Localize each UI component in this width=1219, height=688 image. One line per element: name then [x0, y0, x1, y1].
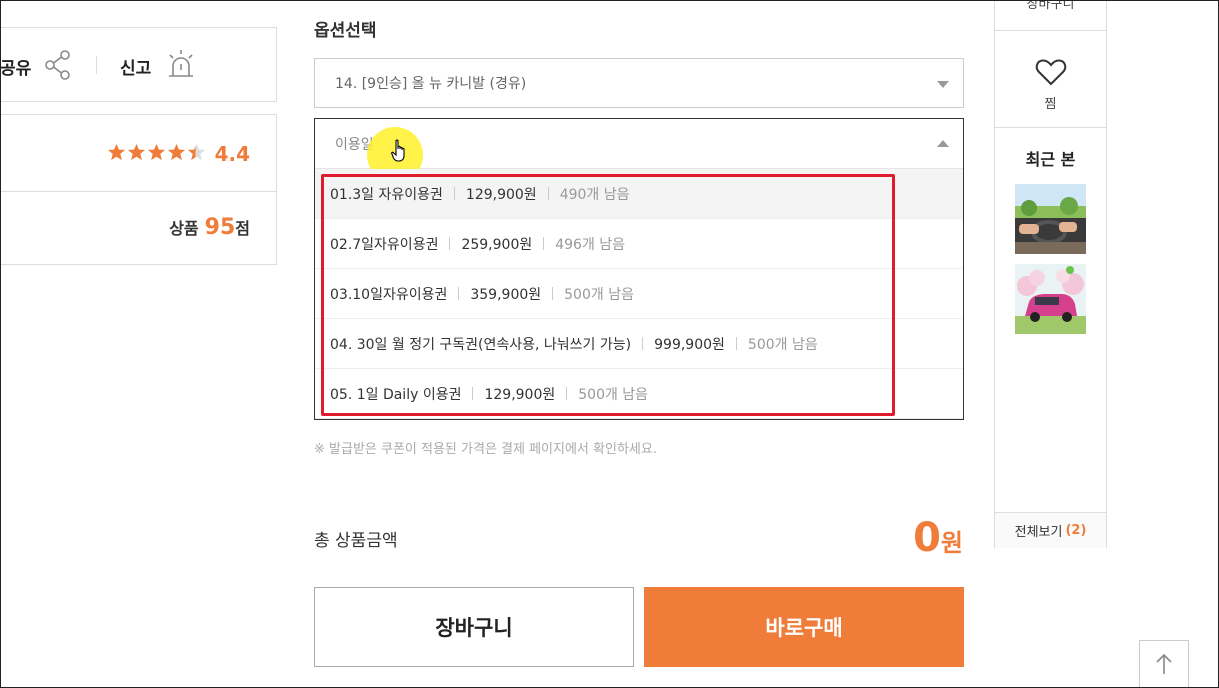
total-amount-unit: 원	[940, 529, 963, 557]
divider	[735, 337, 737, 350]
sidebar-cart-link[interactable]: 장바구니	[995, 0, 1106, 31]
hand-cursor-icon	[391, 139, 405, 162]
view-all-label: 전체보기	[1014, 525, 1063, 540]
option-select-vehicle[interactable]: 14. [9인승] 올 뉴 카니발 (경유)	[314, 58, 964, 108]
star-half-icon	[187, 143, 206, 161]
option-item-price: 259,900원	[461, 236, 533, 253]
option-item-price: 129,900원	[484, 386, 556, 403]
option-item-stock: 500개 남음	[578, 386, 649, 403]
option-item-stock: 496개 남음	[555, 236, 626, 253]
option-item[interactable]: 04. 30일 월 정기 구독권(연속사용, 나눠쓰기 가능) 999,900원 5…	[315, 319, 963, 369]
divider	[543, 237, 545, 250]
option-item[interactable]: 03.10일자유이용권 359,900원 500개 남음	[315, 269, 963, 319]
convertible-car-image	[1015, 184, 1086, 254]
divider	[96, 56, 97, 74]
option-select-vehicle-value: 14. [9인승] 올 뉴 카니발 (경유)	[335, 76, 527, 92]
add-to-cart-button[interactable]: 장바구니	[314, 587, 634, 667]
view-all-recent-button[interactable]: 전체보기 (2)	[995, 512, 1106, 548]
recent-item-thumbnail[interactable]	[1015, 184, 1086, 254]
product-score-value: 95	[204, 215, 236, 240]
divider	[642, 337, 644, 350]
option-dropdown-list: 01.3일 자유이용권 129,900원 490개 남음 02.7일자유이용권 259,…	[315, 169, 963, 419]
divider	[453, 187, 455, 200]
scroll-to-top-button[interactable]	[1139, 640, 1189, 688]
divider	[552, 287, 554, 300]
share-label[interactable]: 공유	[0, 54, 31, 79]
option-item-name: 05. 1일 Daily 이용권	[330, 386, 462, 403]
option-item-price: 129,900원	[465, 186, 537, 203]
option-item-stock: 500개 남음	[747, 336, 818, 353]
option-item-name: 04. 30일 월 정기 구독권(연속사용, 나눠쓰기 가능)	[330, 336, 632, 353]
quick-sidebar: 장바구니 찜 최근 본 전체보기 (2)	[994, 0, 1107, 548]
view-all-count: (2)	[1065, 523, 1087, 538]
option-item-stock: 490개 남음	[559, 186, 630, 203]
product-score-value-wrap: 95점	[205, 215, 250, 240]
recent-item-thumbnail[interactable]	[1015, 264, 1086, 334]
divider	[449, 237, 451, 250]
share-icon[interactable]	[44, 50, 72, 80]
siren-icon[interactable]	[166, 48, 196, 80]
recent-viewed-title: 최근 본	[1025, 150, 1076, 169]
option-item-name: 03.10일자유이용권	[330, 286, 448, 303]
option-item-name: 02.7일자유이용권	[330, 236, 439, 253]
divider	[566, 387, 568, 400]
option-item-stock: 500개 남음	[564, 286, 634, 303]
share-report-box: 공유 신고	[0, 27, 277, 102]
product-score-unit: 점	[235, 219, 250, 238]
total-amount-value: 0	[913, 515, 941, 561]
star-icon	[147, 143, 166, 161]
product-score-label: 상품	[169, 219, 199, 238]
wishlist-label[interactable]: 찜	[995, 93, 1106, 112]
option-item[interactable]: 01.3일 자유이용권 129,900원 490개 남음	[315, 169, 963, 219]
divider	[458, 287, 460, 300]
option-item[interactable]: 02.7일자유이용권 259,900원 496개 남음	[315, 219, 963, 269]
pink-car-image	[1015, 264, 1086, 334]
rating-value: 4.4	[214, 142, 250, 166]
divider	[547, 187, 549, 200]
option-select-usage[interactable]: 이용일 01.3일 자유이용권 129,900원 490개 남음 02.7일자유이용권…	[314, 118, 964, 420]
star-icon	[167, 143, 186, 161]
star-icon	[127, 143, 146, 161]
rating-info-box: 4.4 상품 95점	[0, 114, 277, 265]
heart-icon[interactable]	[1035, 58, 1067, 86]
option-section-title: 옵션선택	[314, 21, 377, 41]
total-label: 총 상품금액	[314, 531, 398, 551]
option-item-price: 359,900원	[470, 286, 542, 303]
option-item[interactable]: 05. 1일 Daily 이용권 129,900원 500개 남음	[315, 369, 963, 419]
chevron-up-icon	[937, 140, 949, 147]
arrow-up-icon	[1156, 653, 1172, 674]
divider	[995, 127, 1106, 128]
option-item-name: 01.3일 자유이용권	[330, 186, 443, 203]
star-icon	[107, 143, 126, 161]
report-label[interactable]: 신고	[120, 54, 151, 79]
divider	[0, 191, 276, 192]
chevron-down-icon	[937, 81, 949, 88]
coupon-notice: ※ 발급받은 쿠폰이 적용된 가격은 결제 페이지에서 확인하세요.	[314, 442, 657, 457]
product-score: 상품 95점	[169, 215, 250, 240]
rating-stars	[107, 143, 206, 162]
option-item-price: 999,900원	[654, 336, 725, 353]
total-amount: 0 원	[913, 515, 963, 561]
divider	[472, 387, 474, 400]
buy-now-button[interactable]: 바로구매	[644, 587, 964, 667]
